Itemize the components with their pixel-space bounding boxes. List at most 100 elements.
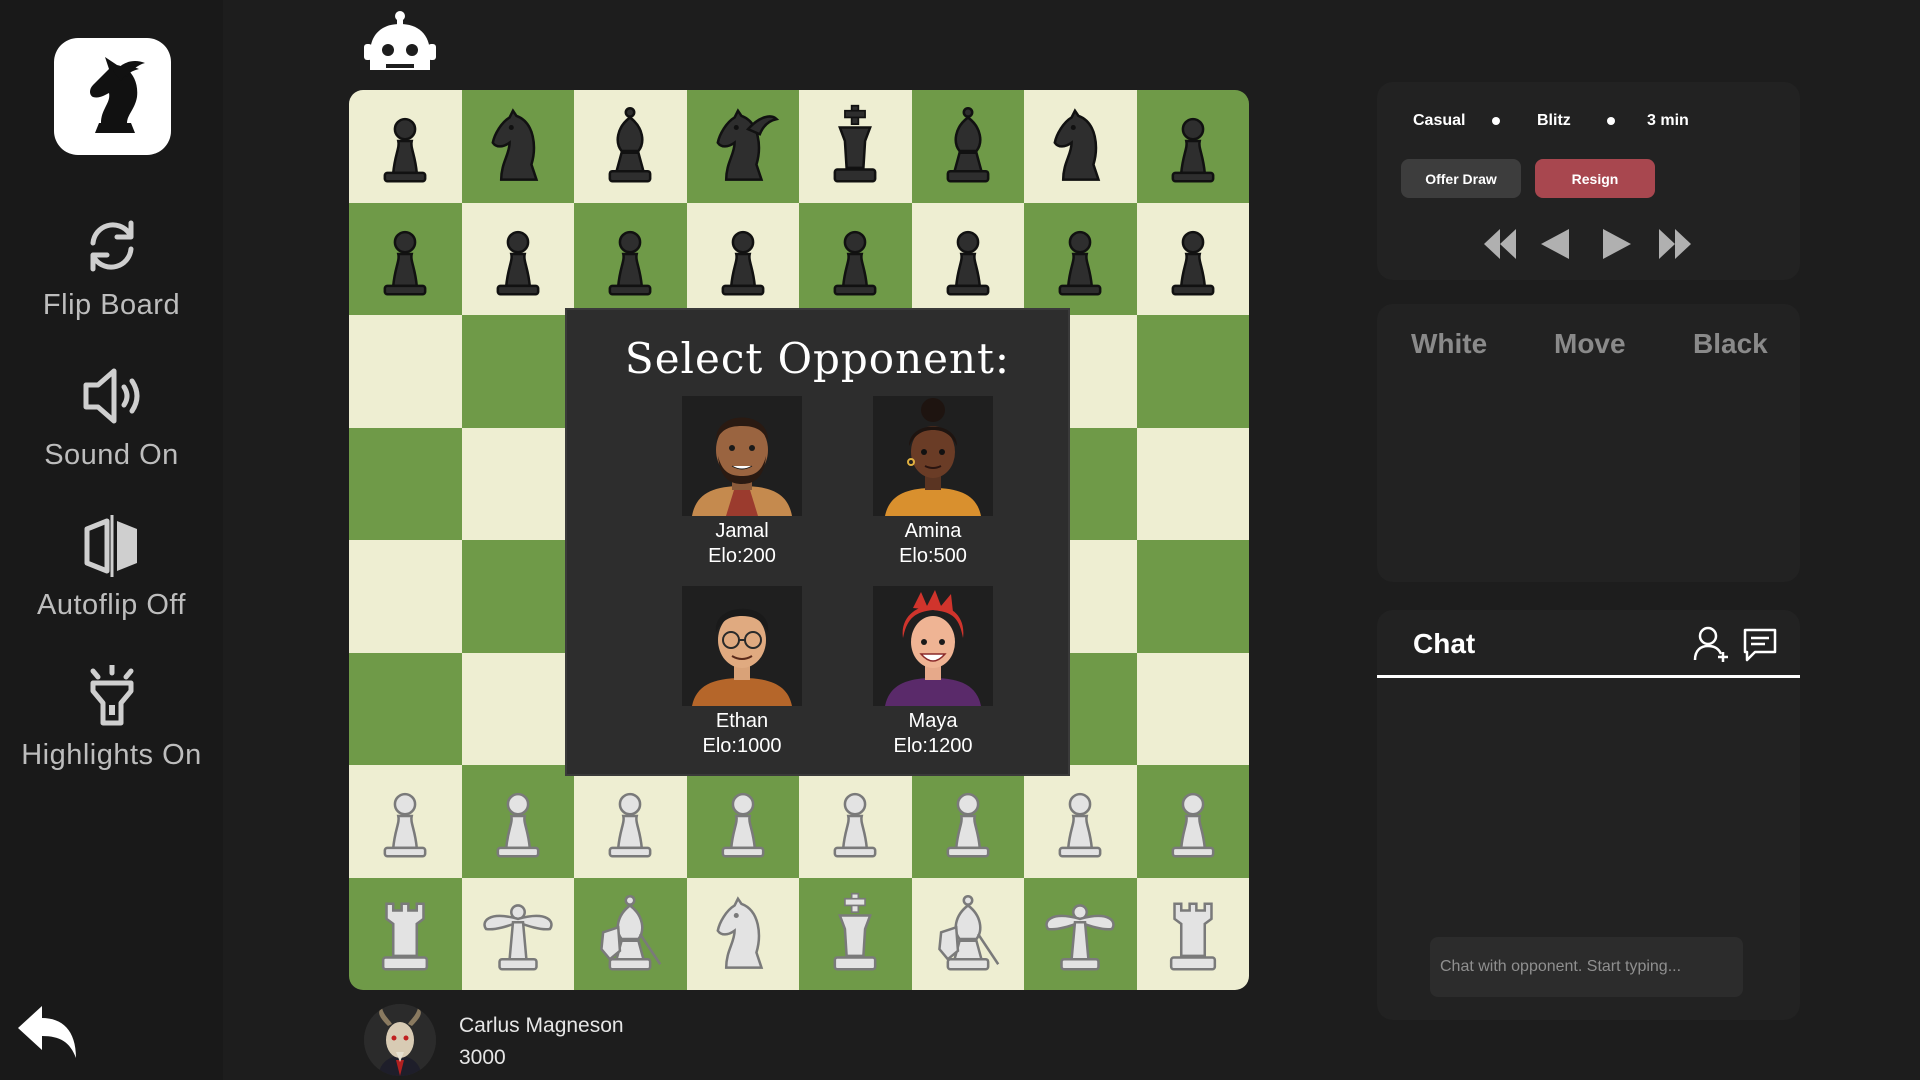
resign-button[interactable]: Resign: [1535, 159, 1655, 198]
black-knight-piece[interactable]: [1038, 104, 1122, 188]
white-pawn-piece[interactable]: [476, 779, 560, 863]
white-dragonfly-piece[interactable]: [476, 892, 560, 976]
add-friend-icon[interactable]: [1693, 624, 1731, 664]
black-pawn-piece[interactable]: [476, 217, 560, 301]
autoflip-toggle-button[interactable]: Autoflip Off: [0, 515, 223, 622]
board-square[interactable]: [461, 90, 574, 203]
black-pawn-piece[interactable]: [701, 217, 785, 301]
board-square[interactable]: [1024, 877, 1137, 990]
white-king-piece[interactable]: [813, 892, 897, 976]
offer-draw-button[interactable]: Offer Draw: [1401, 159, 1521, 198]
black-pawn-piece[interactable]: [1038, 217, 1122, 301]
board-square[interactable]: [349, 315, 462, 428]
back-button[interactable]: [14, 1004, 80, 1065]
board-square[interactable]: [461, 315, 574, 428]
message-icon[interactable]: [1741, 624, 1779, 664]
chat-input[interactable]: [1430, 937, 1743, 997]
black-pawn-piece[interactable]: [813, 217, 897, 301]
black-knight-piece[interactable]: [476, 104, 560, 188]
black-bishop-piece[interactable]: [926, 104, 1010, 188]
board-square[interactable]: [911, 90, 1024, 203]
white-pawn-piece[interactable]: [926, 779, 1010, 863]
board-square[interactable]: [686, 877, 799, 990]
white-rook-piece[interactable]: [363, 892, 447, 976]
sound-toggle-button[interactable]: Sound On: [0, 365, 223, 472]
board-square[interactable]: [461, 427, 574, 540]
board-square[interactable]: [461, 765, 574, 878]
board-square[interactable]: [461, 652, 574, 765]
time-control: 3 min: [1647, 112, 1689, 129]
white-bishop-shield-piece[interactable]: [926, 892, 1010, 976]
board-square[interactable]: [574, 877, 687, 990]
board-square[interactable]: [349, 765, 462, 878]
board-square[interactable]: [1136, 202, 1249, 315]
last-move-icon[interactable]: [1657, 227, 1693, 261]
board-square[interactable]: [1024, 765, 1137, 878]
black-pawn-piece[interactable]: [1151, 217, 1235, 301]
board-square[interactable]: [911, 765, 1024, 878]
board-square[interactable]: [911, 202, 1024, 315]
board-square[interactable]: [349, 202, 462, 315]
next-move-icon[interactable]: [1601, 227, 1633, 261]
highlights-toggle-button[interactable]: Highlights On: [0, 665, 223, 772]
white-rook-piece[interactable]: [1151, 892, 1235, 976]
black-pawn-piece[interactable]: [1151, 104, 1235, 188]
opponent-card-amina[interactable]: Amina Elo:500: [853, 396, 1013, 568]
white-pawn-piece[interactable]: [588, 779, 672, 863]
board-square[interactable]: [574, 202, 687, 315]
board-square[interactable]: [1136, 652, 1249, 765]
board-square[interactable]: [1136, 90, 1249, 203]
moves-header-white: White: [1411, 328, 1488, 359]
board-square[interactable]: [461, 540, 574, 653]
black-pegasus-piece[interactable]: [701, 104, 785, 188]
board-square[interactable]: [1136, 315, 1249, 428]
black-bishop-piece[interactable]: [588, 104, 672, 188]
opponent-card-jamal[interactable]: Jamal Elo:200: [662, 396, 822, 568]
board-square[interactable]: [1136, 765, 1249, 878]
white-pawn-piece[interactable]: [363, 779, 447, 863]
board-square[interactable]: [799, 765, 912, 878]
white-pawn-piece[interactable]: [701, 779, 785, 863]
board-square[interactable]: [574, 90, 687, 203]
board-square[interactable]: [1136, 877, 1249, 990]
board-square[interactable]: [1136, 540, 1249, 653]
game-controls-panel: Casual Blitz 3 min Offer Draw Resign: [1377, 82, 1800, 280]
board-square[interactable]: [686, 90, 799, 203]
opponent-card-maya[interactable]: Maya Elo:1200: [853, 586, 1013, 758]
board-square[interactable]: [461, 877, 574, 990]
black-pawn-piece[interactable]: [363, 217, 447, 301]
board-square[interactable]: [799, 202, 912, 315]
opponent-name: Amina: [904, 520, 962, 542]
board-square[interactable]: [686, 765, 799, 878]
board-square[interactable]: [349, 877, 462, 990]
board-square[interactable]: [349, 652, 462, 765]
white-pawn-piece[interactable]: [1151, 779, 1235, 863]
white-knight-piece[interactable]: [701, 892, 785, 976]
chat-divider: [1377, 675, 1800, 678]
board-square[interactable]: [574, 765, 687, 878]
white-bishop-shield-piece[interactable]: [588, 892, 672, 976]
black-pawn-piece[interactable]: [926, 217, 1010, 301]
first-move-icon[interactable]: [1482, 227, 1518, 261]
black-pawn-piece[interactable]: [363, 104, 447, 188]
white-pawn-piece[interactable]: [813, 779, 897, 863]
board-square[interactable]: [799, 90, 912, 203]
board-square[interactable]: [799, 877, 912, 990]
board-square[interactable]: [461, 202, 574, 315]
white-dragonfly-piece[interactable]: [1038, 892, 1122, 976]
black-pawn-piece[interactable]: [588, 217, 672, 301]
black-king-piece[interactable]: [813, 104, 897, 188]
previous-move-icon[interactable]: [1539, 227, 1571, 261]
board-square[interactable]: [1024, 202, 1137, 315]
board-square[interactable]: [1136, 427, 1249, 540]
board-square[interactable]: [349, 540, 462, 653]
board-square[interactable]: [349, 427, 462, 540]
board-square[interactable]: [1024, 90, 1137, 203]
opponent-card-ethan[interactable]: Ethan Elo:1000: [662, 586, 822, 758]
board-square[interactable]: [686, 202, 799, 315]
white-pawn-piece[interactable]: [1038, 779, 1122, 863]
board-square[interactable]: [911, 877, 1024, 990]
board-square[interactable]: [349, 90, 462, 203]
flip-board-button[interactable]: Flip Board: [0, 215, 223, 322]
separator-dot: [1607, 117, 1615, 125]
